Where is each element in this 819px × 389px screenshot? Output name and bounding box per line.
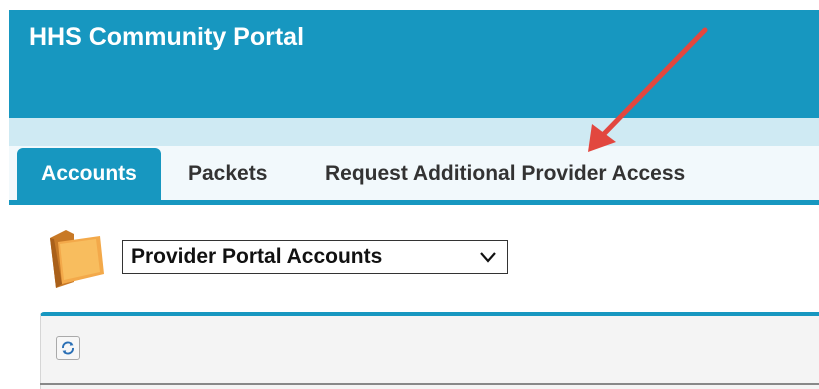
chevron-down-icon [480, 252, 496, 263]
refresh-button[interactable] [56, 336, 80, 360]
tab-request-additional-provider-access[interactable]: Request Additional Provider Access [325, 148, 685, 200]
refresh-icon [62, 341, 74, 355]
header-subbar [9, 118, 819, 146]
folder-icon [50, 230, 104, 288]
list-panel [40, 312, 819, 389]
view-select-value: Provider Portal Accounts [131, 245, 383, 268]
tab-packets[interactable]: Packets [188, 148, 267, 200]
tab-accounts[interactable]: Accounts [17, 148, 161, 200]
portal-title: HHS Community Portal [29, 23, 305, 51]
view-select[interactable]: Provider Portal Accounts [122, 240, 508, 274]
